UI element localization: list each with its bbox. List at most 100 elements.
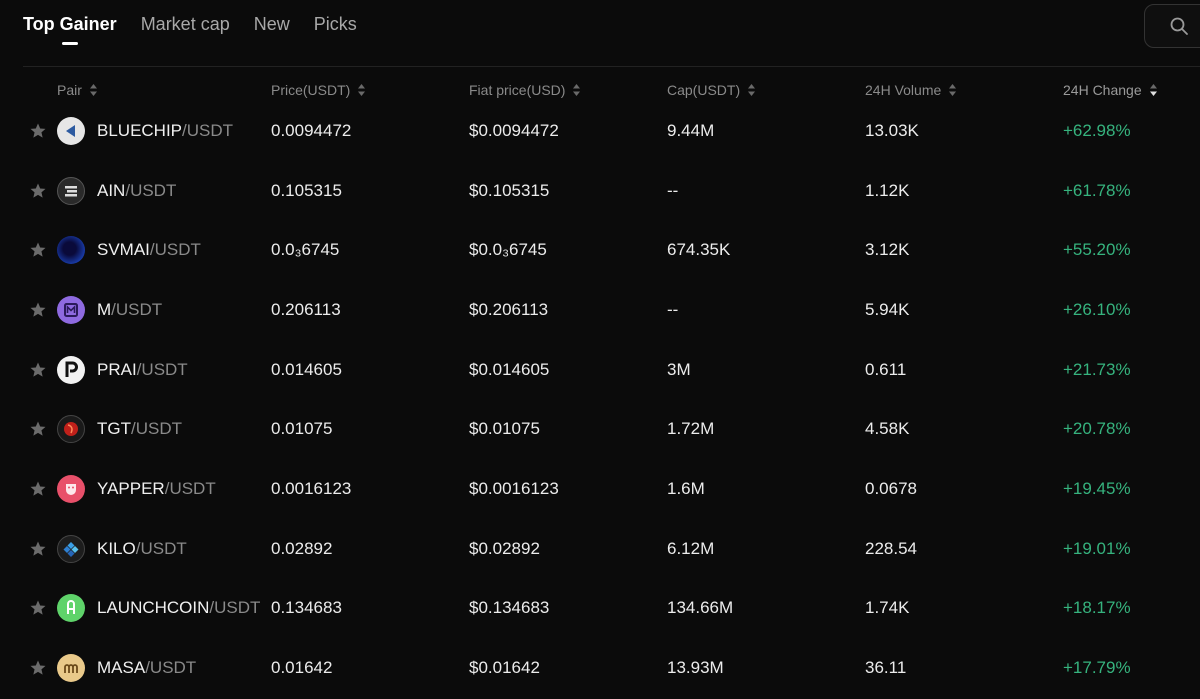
favorite-star-icon[interactable] bbox=[29, 659, 47, 677]
market-tabs: Top Gainer Market cap New Picks bbox=[23, 12, 357, 45]
volume-value: 4.58K bbox=[865, 419, 910, 439]
column-header-label: 24H Volume bbox=[865, 82, 942, 98]
market-page: Top Gainer Market cap New Picks Pair Pri… bbox=[0, 0, 1200, 699]
change-value: +18.17% bbox=[1063, 598, 1131, 618]
cap-value: 674.35K bbox=[667, 240, 731, 260]
cap-value: 9.44M bbox=[667, 120, 715, 140]
column-header-label: Fiat price(USD) bbox=[469, 82, 566, 98]
pair-name[interactable]: TGT/USDT bbox=[97, 419, 182, 439]
favorite-star-icon[interactable] bbox=[29, 182, 47, 200]
volume-value: 1.74K bbox=[865, 598, 910, 618]
column-header-cap[interactable]: Cap(USDT) bbox=[667, 82, 756, 98]
header-divider bbox=[23, 66, 1200, 67]
table-row[interactable]: KILO/USDT 0.02892 $0.02892 6.12M 228.54 … bbox=[0, 519, 1200, 579]
prai-logo-icon bbox=[57, 355, 85, 384]
pair-name[interactable]: KILO/USDT bbox=[97, 539, 187, 559]
column-header-price[interactable]: Price(USDT) bbox=[271, 82, 366, 98]
search-button[interactable] bbox=[1144, 4, 1200, 48]
svmai-logo-icon bbox=[57, 236, 85, 265]
price-value: 0.0₃6745 bbox=[271, 240, 340, 260]
tgt-logo-icon bbox=[57, 415, 85, 444]
favorite-star-icon[interactable] bbox=[29, 540, 47, 558]
launchcoin-logo-icon bbox=[57, 594, 85, 623]
pair-name[interactable]: BLUECHIP/USDT bbox=[97, 121, 233, 141]
table-row[interactable]: TGT/USDT 0.01075 $0.01075 1.72M 4.58K +2… bbox=[0, 399, 1200, 459]
change-value: +55.20% bbox=[1063, 240, 1131, 260]
column-header-fiat-price[interactable]: Fiat price(USD) bbox=[469, 82, 581, 98]
ain-logo-icon bbox=[57, 176, 85, 205]
column-header-label: Cap(USDT) bbox=[667, 82, 741, 98]
column-header-change[interactable]: 24H Change bbox=[1063, 82, 1157, 98]
favorite-star-icon[interactable] bbox=[29, 480, 47, 498]
favorite-star-icon[interactable] bbox=[29, 420, 47, 438]
pair-name[interactable]: M/USDT bbox=[97, 300, 162, 320]
sort-icon bbox=[949, 84, 957, 96]
price-value: 0.105315 bbox=[271, 180, 342, 200]
sort-icon bbox=[748, 84, 756, 96]
table-row[interactable]: MASA/USDT 0.01642 $0.01642 13.93M 36.11 … bbox=[0, 638, 1200, 698]
fiat-price-value: $0.014605 bbox=[469, 359, 550, 379]
favorite-star-icon[interactable] bbox=[29, 122, 47, 140]
price-value: 0.01642 bbox=[271, 658, 333, 678]
favorite-star-icon[interactable] bbox=[29, 599, 47, 617]
sort-desc-icon bbox=[1149, 84, 1157, 96]
tab-top-gainer[interactable]: Top Gainer bbox=[23, 12, 117, 45]
column-header-volume[interactable]: 24H Volume bbox=[865, 82, 957, 98]
search-icon bbox=[1170, 17, 1188, 35]
table-row[interactable]: LAUNCHCOIN/USDT 0.134683 $0.134683 134.6… bbox=[0, 579, 1200, 639]
favorite-star-icon[interactable] bbox=[29, 241, 47, 259]
favorite-star-icon[interactable] bbox=[29, 301, 47, 319]
cap-value: 134.66M bbox=[667, 598, 734, 618]
price-value: 0.0094472 bbox=[271, 120, 352, 140]
volume-value: 36.11 bbox=[865, 658, 907, 678]
cap-value: -- bbox=[667, 180, 679, 200]
price-value: 0.206113 bbox=[271, 299, 341, 319]
favorite-star-icon[interactable] bbox=[29, 361, 47, 379]
fiat-price-value: $0.0094472 bbox=[469, 120, 559, 140]
fiat-price-value: $0.206113 bbox=[469, 299, 549, 319]
fiat-price-value: $0.134683 bbox=[469, 598, 550, 618]
sort-icon bbox=[89, 84, 97, 96]
table-row[interactable]: PRAI/USDT 0.014605 $0.014605 3M 0.611 +2… bbox=[0, 340, 1200, 400]
pair-name[interactable]: LAUNCHCOIN/USDT bbox=[97, 598, 260, 618]
table-row[interactable]: AIN/USDT 0.105315 $0.105315 -- 1.12K +61… bbox=[0, 161, 1200, 221]
tab-market-cap[interactable]: Market cap bbox=[141, 12, 230, 45]
column-header-label: Price(USDT) bbox=[271, 82, 351, 98]
sort-icon bbox=[573, 84, 581, 96]
cap-value: 1.6M bbox=[667, 478, 705, 498]
change-value: +61.78% bbox=[1063, 180, 1131, 200]
cap-value: 13.93M bbox=[667, 658, 724, 678]
volume-value: 1.12K bbox=[865, 180, 910, 200]
change-value: +19.01% bbox=[1063, 538, 1131, 558]
pair-name[interactable]: PRAI/USDT bbox=[97, 360, 188, 380]
table-row[interactable]: M/USDT 0.206113 $0.206113 -- 5.94K +26.1… bbox=[0, 280, 1200, 340]
yapper-logo-icon bbox=[57, 474, 85, 503]
volume-value: 0.0678 bbox=[865, 478, 917, 498]
volume-value: 3.12K bbox=[865, 240, 910, 260]
price-value: 0.014605 bbox=[271, 359, 342, 379]
cap-value: 6.12M bbox=[667, 538, 715, 558]
pair-name[interactable]: YAPPER/USDT bbox=[97, 479, 216, 499]
pair-name[interactable]: AIN/USDT bbox=[97, 181, 176, 201]
pair-name[interactable]: SVMAI/USDT bbox=[97, 240, 201, 260]
market-table-body: BLUECHIP/USDT 0.0094472 $0.0094472 9.44M… bbox=[0, 101, 1200, 698]
table-row[interactable]: BLUECHIP/USDT 0.0094472 $0.0094472 9.44M… bbox=[0, 101, 1200, 161]
table-row[interactable]: SVMAI/USDT 0.0₃6745 $0.0₃6745 674.35K 3.… bbox=[0, 220, 1200, 280]
fiat-price-value: $0.0₃6745 bbox=[469, 240, 547, 260]
pair-name[interactable]: MASA/USDT bbox=[97, 658, 196, 678]
cap-value: -- bbox=[667, 299, 679, 319]
cap-value: 3M bbox=[667, 359, 691, 379]
m-logo-icon bbox=[57, 295, 85, 324]
volume-value: 228.54 bbox=[865, 538, 917, 558]
volume-value: 5.94K bbox=[865, 299, 910, 319]
masa-logo-icon bbox=[57, 654, 85, 683]
sort-icon bbox=[358, 84, 366, 96]
table-row[interactable]: YAPPER/USDT 0.0016123 $0.0016123 1.6M 0.… bbox=[0, 459, 1200, 519]
tab-picks[interactable]: Picks bbox=[314, 12, 357, 45]
price-value: 0.01075 bbox=[271, 419, 333, 439]
price-value: 0.134683 bbox=[271, 598, 342, 618]
column-header-pair[interactable]: Pair bbox=[57, 82, 97, 98]
table-header: Pair Price(USDT) Fiat price(USD) Cap(USD… bbox=[0, 82, 1200, 102]
cap-value: 1.72M bbox=[667, 419, 715, 439]
tab-new[interactable]: New bbox=[254, 12, 290, 45]
